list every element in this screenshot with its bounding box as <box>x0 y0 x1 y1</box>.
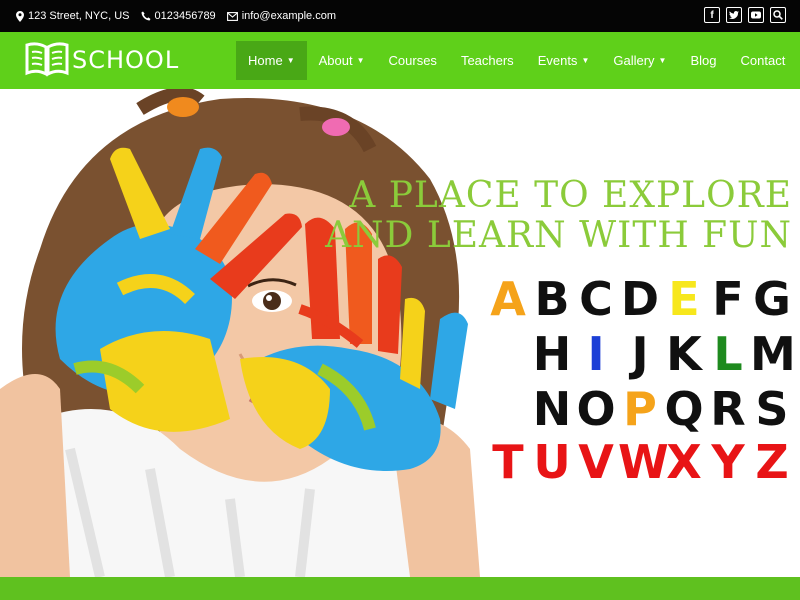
alphabet-letter-w: W <box>618 435 669 489</box>
alphabet-letter-j: J <box>631 327 649 381</box>
hero-photo-girl-painted-hands <box>0 89 480 577</box>
hero-title-line-2: AND LEARN WITH FUN <box>325 215 792 256</box>
nav-item-home[interactable]: Home ▼ <box>236 41 307 80</box>
alphabet-letter-v: V <box>578 435 614 489</box>
alphabet-letter-o: O <box>576 382 616 436</box>
alphabet-row-3: NOPQRS <box>530 384 794 434</box>
alphabet-letter-h: H <box>532 327 572 381</box>
youtube-icon[interactable] <box>748 7 764 23</box>
main-navbar: SCHOOL Home ▼ About ▼ Courses Teachers Eve… <box>0 32 800 89</box>
alphabet-letter-i: I <box>587 327 605 381</box>
alphabet-row-1: ABCDEFG <box>486 274 794 324</box>
alphabet-letter-x: X <box>666 435 702 489</box>
phone-icon <box>141 11 150 21</box>
alphabet-letter-d: D <box>620 272 660 326</box>
nav-item-teachers[interactable]: Teachers <box>449 41 526 80</box>
phone-item: 0123456789 <box>141 10 216 22</box>
alphabet-letter-l: L <box>713 327 743 381</box>
alphabet-letter-q: Q <box>664 382 704 436</box>
nav-label-gallery: Gallery <box>613 53 655 68</box>
nav-label-home: Home <box>248 53 283 68</box>
alphabet-letter-z: Z <box>755 435 789 489</box>
nav-label-blog: Blog <box>690 53 717 68</box>
nav-item-contact[interactable]: Contact <box>729 41 798 80</box>
envelope-icon <box>226 11 238 21</box>
nav-menu: Home ▼ About ▼ Courses Teachers Events ▼ Ga… <box>236 41 797 80</box>
email-item[interactable]: info@example.com <box>226 10 336 22</box>
address-text: 123 Street, NYC, US <box>28 10 130 22</box>
top-bar: 123 Street, NYC, US 0123456789 info@exam… <box>0 0 800 32</box>
alphabet-letter-r: R <box>710 382 746 436</box>
alphabet-row-4: TUVWXYZ <box>486 437 794 487</box>
nav-item-courses[interactable]: Courses <box>377 41 449 80</box>
nav-item-blog[interactable]: Blog <box>678 41 728 80</box>
alphabet-letter-p: P <box>623 382 657 436</box>
alphabet-letter-e: E <box>668 272 700 326</box>
nav-label-contact: Contact <box>740 53 786 68</box>
nav-item-events[interactable]: Events ▼ <box>526 41 602 80</box>
nav-item-about[interactable]: About ▼ <box>307 41 377 80</box>
alphabet-letter-y: Y <box>711 435 745 489</box>
alphabet-row-2: HIJKLM <box>530 327 796 381</box>
nav-label-events: Events <box>537 53 578 68</box>
twitter-icon[interactable] <box>726 7 742 23</box>
map-marker-icon <box>16 10 24 22</box>
alphabet-letter-g: G <box>753 272 791 326</box>
alphabet-letter-m: M <box>750 327 796 381</box>
hero-title-line-1: A PLACE TO EXPLORE <box>349 175 792 216</box>
alphabet-letter-c: C <box>579 272 613 326</box>
alphabet-letter-s: S <box>755 382 789 436</box>
caret-down-icon: ▼ <box>581 56 590 65</box>
brand-name: SCHOOL <box>72 46 180 74</box>
caret-down-icon: ▼ <box>286 56 295 65</box>
nav-label-about: About <box>318 53 353 68</box>
alphabet-letter-n: N <box>532 382 572 436</box>
nav-label-teachers: Teachers <box>460 53 514 68</box>
alphabet-letter-t: T <box>492 435 524 489</box>
open-book-icon <box>25 42 69 77</box>
alphabet-letter-f: F <box>712 272 744 326</box>
social-links: f <box>698 7 786 23</box>
alphabet-letter-b: B <box>534 272 570 326</box>
alphabet-letter-u: U <box>533 435 571 489</box>
caret-down-icon: ▼ <box>356 56 365 65</box>
alphabet-letter-k: K <box>666 327 702 381</box>
caret-down-icon: ▼ <box>658 56 667 65</box>
nav-item-gallery[interactable]: Gallery ▼ <box>601 41 678 80</box>
hero-banner: A PLACE TO EXPLORE AND LEARN WITH FUN AB… <box>0 89 800 577</box>
site-logo[interactable]: SCHOOL <box>24 40 179 80</box>
phone-text: 0123456789 <box>154 10 216 22</box>
email-text[interactable]: info@example.com <box>242 10 336 22</box>
contact-info: 123 Street, NYC, US 0123456789 info@exam… <box>16 0 347 32</box>
address-item: 123 Street, NYC, US <box>16 10 130 22</box>
search-icon[interactable] <box>770 7 786 23</box>
nav-label-courses: Courses <box>388 53 437 68</box>
alphabet-letter-a: A <box>490 272 526 326</box>
facebook-icon[interactable]: f <box>704 7 720 23</box>
bottom-green-strip <box>0 577 800 600</box>
